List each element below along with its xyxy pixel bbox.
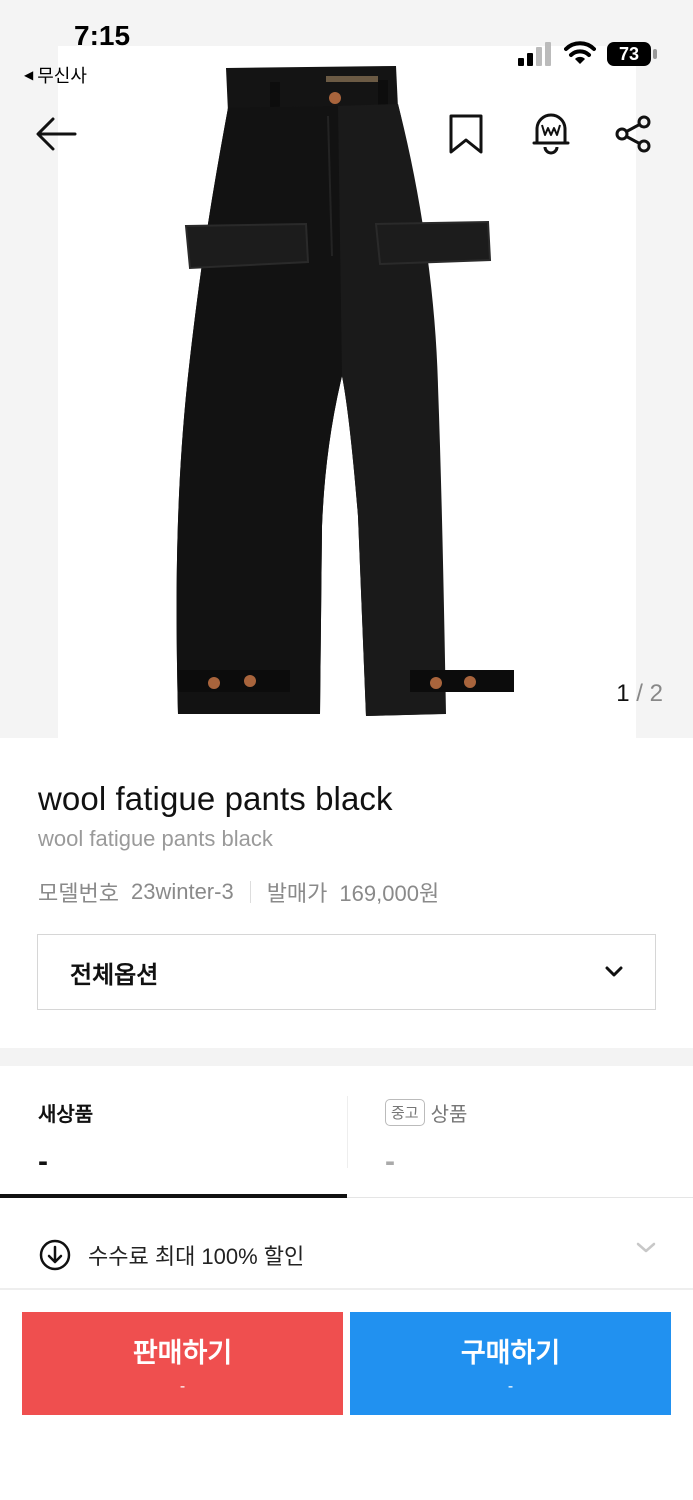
price-alert-button[interactable]: [528, 108, 574, 158]
download-circle-icon: [39, 1239, 71, 1271]
release-price-label: 발매가: [266, 881, 328, 906]
pager-separator: /: [636, 680, 643, 707]
sell-button-price: -: [179, 1378, 186, 1395]
chevron-down-icon: [605, 966, 623, 977]
back-app-label: 무신사: [37, 66, 87, 86]
active-tab-indicator: [0, 1194, 347, 1198]
tab-used-product[interactable]: 중고 상품 -: [347, 1066, 693, 1198]
model-label: 모델번호: [38, 881, 119, 906]
product-title: wool fatigue pants black: [38, 780, 393, 817]
tab-new-product[interactable]: 새상품 -: [0, 1066, 347, 1198]
tab-new-price: -: [38, 1145, 48, 1178]
tab-used-label: 상품: [430, 1104, 468, 1126]
arrow-left-icon: [36, 117, 77, 151]
product-gallery[interactable]: 7:15 ◀ 무신사 73 1 / 2: [0, 0, 693, 738]
buy-button-label: 구매하기: [460, 1338, 561, 1368]
bookmark-button[interactable]: [444, 110, 488, 158]
pager-current: 1: [616, 680, 630, 707]
share-icon: [615, 115, 651, 153]
battery-level: 73: [619, 44, 639, 64]
product-meta: 모델번호 23winter-3 발매가 169,000원: [38, 876, 439, 908]
cellular-signal-icon: [518, 42, 551, 66]
share-button[interactable]: [610, 110, 658, 158]
battery-icon: 73: [607, 42, 657, 66]
bell-icon: [532, 113, 570, 155]
sell-button[interactable]: 판매하기 -: [22, 1312, 343, 1415]
section-divider: [0, 1048, 693, 1066]
fee-discount-text: 수수료 최대 100% 할인: [88, 1244, 305, 1269]
back-triangle-icon: ◀: [24, 68, 34, 82]
release-price-value: 169,000원: [339, 881, 440, 906]
buy-button[interactable]: 구매하기 -: [350, 1312, 671, 1415]
back-to-app[interactable]: ◀ 무신사: [24, 62, 87, 88]
wifi-icon: [564, 41, 596, 64]
fee-discount-row[interactable]: 수수료 최대 100% 할인: [38, 1234, 658, 1276]
tab-new-label: 새상품: [38, 1104, 94, 1126]
option-select-label: 전체옵션: [70, 961, 159, 989]
buy-button-price: -: [507, 1378, 514, 1395]
sell-button-label: 판매하기: [132, 1338, 233, 1368]
used-badge: 중고: [385, 1099, 425, 1126]
back-button[interactable]: [30, 110, 82, 158]
model-value: 23winter-3: [130, 879, 234, 904]
bottom-bar-border: [0, 1288, 693, 1290]
product-subtitle: wool fatigue pants black: [38, 826, 273, 851]
status-time: 7:15: [74, 20, 131, 51]
tab-used-price: -: [385, 1145, 395, 1178]
chevron-down-icon: [636, 1242, 656, 1253]
pager-total: 2: [649, 680, 663, 707]
meta-divider: [249, 881, 251, 903]
image-pager: 1 / 2: [616, 680, 663, 708]
bookmark-icon: [449, 114, 483, 154]
option-select[interactable]: 전체옵션: [37, 934, 656, 1010]
